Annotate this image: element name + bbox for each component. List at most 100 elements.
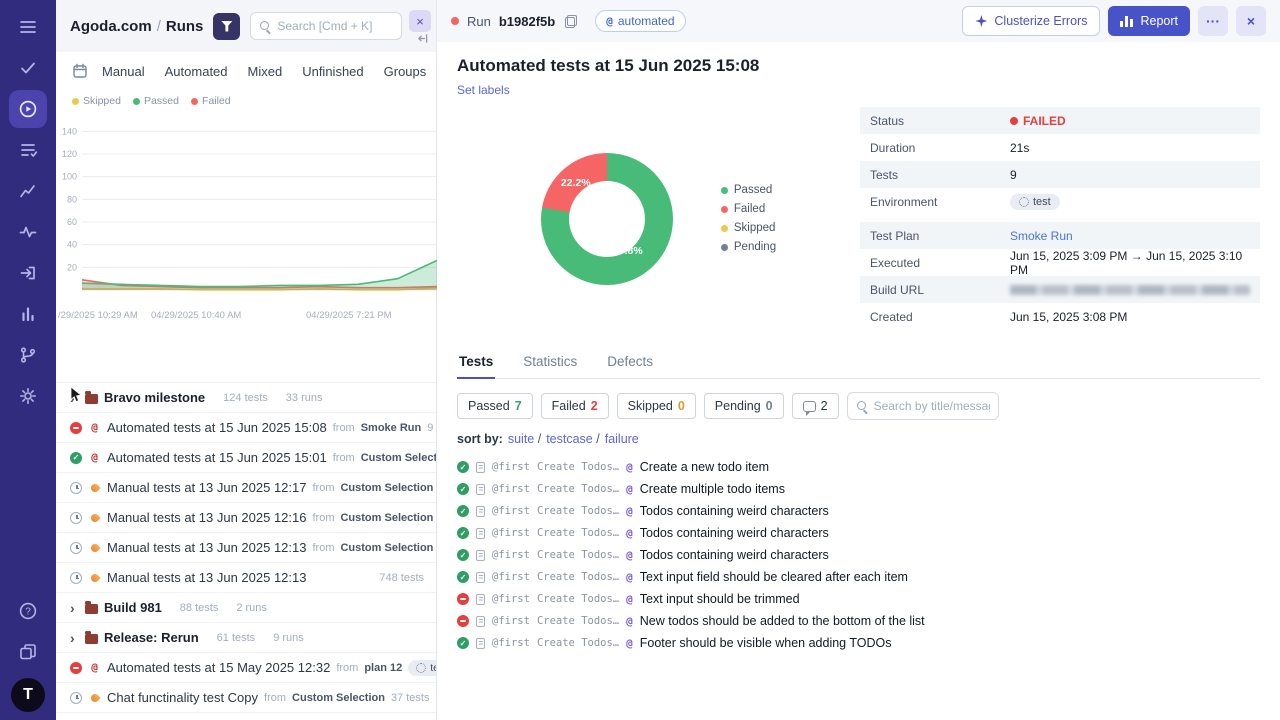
analytics-icon[interactable] [9, 172, 47, 210]
run-row[interactable]: › Manual tests at 13 Jun 2025 12:13 from… [56, 533, 436, 563]
run-info-table: Status FAILED Duration 21s Tests 9 Envir… [860, 107, 1260, 330]
test-search[interactable] [846, 392, 999, 420]
run-row[interactable]: › Automated tests at 15 Jun 2025 15:08 f… [56, 413, 436, 443]
project-name[interactable]: Agoda.com [70, 18, 152, 35]
legend-dot [720, 224, 728, 232]
run-title: Automated tests at 15 May 2025 12:32 [107, 660, 331, 675]
more-button[interactable]: ··· [1198, 6, 1228, 36]
set-labels-link[interactable]: Set labels [457, 83, 510, 97]
test-row[interactable]: @first Create Todos… @ Footer should be … [457, 632, 1260, 654]
collapse-panel-icon[interactable] [417, 33, 428, 44]
sort-option[interactable]: suite [508, 432, 541, 446]
run-row[interactable]: › Chat functinality test Copy from Custo… [56, 683, 436, 713]
status-filter-button[interactable]: Passed 7 [457, 393, 533, 419]
test-suite: Create Todos… [536, 593, 620, 605]
runs-tab[interactable]: Manual [102, 64, 145, 79]
copy-run-id-icon[interactable] [565, 14, 578, 28]
comments-filter-button[interactable]: 2 [791, 393, 839, 419]
runs-tab[interactable]: Groups [384, 64, 427, 79]
test-row[interactable]: @first Create Todos… @ Text input should… [457, 588, 1260, 610]
legend-item: Failed [190, 95, 231, 107]
report-button[interactable]: Report [1108, 6, 1190, 36]
test-row[interactable]: @first Create Todos… @ Create a new todo… [457, 456, 1260, 478]
automated-badge[interactable]: @ automated [595, 10, 686, 32]
sort-option[interactable]: failure [605, 432, 639, 446]
test-tag: @first [492, 483, 530, 495]
menu-icon[interactable] [9, 8, 47, 46]
detail-tab[interactable]: Tests [457, 346, 496, 379]
detail-tab[interactable]: Defects [605, 346, 655, 379]
info-row: Test Plan Smoke Run [860, 222, 1260, 249]
automated-icon: @ [626, 614, 633, 628]
run-row[interactable]: › Manual tests at 13 Jun 2025 12:13 748 … [56, 563, 436, 593]
test-status-icon [457, 483, 469, 495]
import-icon[interactable] [9, 254, 47, 292]
sidebar-bottom: ? T [9, 592, 47, 712]
close-panel-button[interactable]: × [409, 10, 431, 32]
run-row[interactable]: › Bravo milestone 124 tests 33 runs [56, 383, 436, 413]
detail-tab[interactable]: Statistics [521, 346, 579, 379]
legend-label: Skipped [83, 95, 121, 107]
status-filter-button[interactable]: Pending 0 [703, 393, 784, 419]
filter-count: 0 [765, 399, 773, 413]
run-test-count: 61 tests [216, 631, 256, 644]
reports-icon[interactable] [9, 295, 47, 333]
branches-icon[interactable] [9, 336, 47, 374]
run-row[interactable]: › Release: Rerun 61 tests 9 runs [56, 623, 436, 653]
run-row[interactable]: › Build 981 88 tests 2 runs [56, 593, 436, 623]
runs-search[interactable] [250, 12, 402, 40]
runs-tab[interactable]: Automated [165, 64, 228, 79]
run-status-icon [70, 541, 82, 554]
run-detail-panel: Run b1982f5b @ automated Clusterize Erro… [437, 0, 1280, 720]
runs-tab[interactable]: Unfinished [302, 64, 363, 79]
tests-icon[interactable] [9, 49, 47, 87]
projects-icon[interactable] [9, 633, 47, 671]
runs-search-input[interactable] [277, 19, 393, 33]
close-run-button[interactable]: × [1236, 6, 1266, 36]
chevron-right-icon[interactable]: › [70, 601, 79, 615]
filter-count: 0 [677, 399, 685, 413]
test-suite: Create Todos… [536, 483, 620, 495]
status-filter-button[interactable]: Failed 2 [540, 393, 609, 419]
comment-icon [802, 400, 816, 416]
test-tag: @first [492, 593, 530, 605]
run-row[interactable]: › Automated tests at 15 May 2025 12:32 f… [56, 653, 436, 683]
test-row[interactable]: @first Create Todos… @ New todos should … [457, 610, 1260, 632]
test-row[interactable]: @first Create Todos… @ Text input field … [457, 566, 1260, 588]
info-value[interactable]: Smoke Run [1010, 229, 1073, 243]
clusterize-errors-button[interactable]: Clusterize Errors [962, 6, 1101, 36]
test-row[interactable]: @first Create Todos… @ Create multiple t… [457, 478, 1260, 500]
test-status-icon [457, 461, 469, 473]
run-type-icon [88, 571, 101, 584]
run-row[interactable]: › Manual tests at 13 Jun 2025 12:17 from… [56, 473, 436, 503]
legend-label: Passed [733, 184, 773, 196]
test-row[interactable]: @first Create Todos… @ Todos containing … [457, 522, 1260, 544]
test-row[interactable]: @first Create Todos… @ Todos containing … [457, 500, 1260, 522]
run-source: Custom Selection [340, 511, 434, 524]
app-logo[interactable]: T [11, 678, 45, 712]
test-plans-icon[interactable] [9, 131, 47, 169]
runs-tab[interactable]: Mixed [248, 64, 283, 79]
run-type-icon [88, 511, 101, 524]
settings-icon[interactable] [9, 377, 47, 415]
chevron-right-icon[interactable]: › [70, 631, 79, 645]
chart-legend: Skipped Passed Failed [56, 90, 436, 112]
run-row[interactable]: › Manual tests at 13 Jun 2025 12:16 from… [56, 503, 436, 533]
legend-dot [720, 243, 728, 251]
status-filter-button[interactable]: Skipped 0 [616, 393, 696, 419]
sort-option[interactable]: testcase [546, 432, 600, 446]
test-title: Create multiple todo items [639, 482, 785, 496]
test-row[interactable]: @first Create Todos… @ Todos containing … [457, 544, 1260, 566]
test-tag: @first [492, 549, 530, 561]
info-value: 21s [1010, 140, 1030, 155]
help-icon[interactable]: ? [9, 592, 47, 630]
filter-count: 2 [590, 399, 598, 413]
area-chart: 140 120 100 80 60 40 20 [62, 126, 437, 291]
filter-button[interactable] [213, 12, 241, 40]
test-search-input[interactable] [873, 399, 990, 413]
pulse-icon[interactable] [9, 213, 47, 251]
filter-count: 7 [514, 399, 522, 413]
runs-icon[interactable] [9, 90, 47, 128]
chevron-right-icon[interactable]: › [70, 391, 79, 405]
run-row[interactable]: › Automated tests at 15 Jun 2025 15:01 f… [56, 443, 436, 473]
